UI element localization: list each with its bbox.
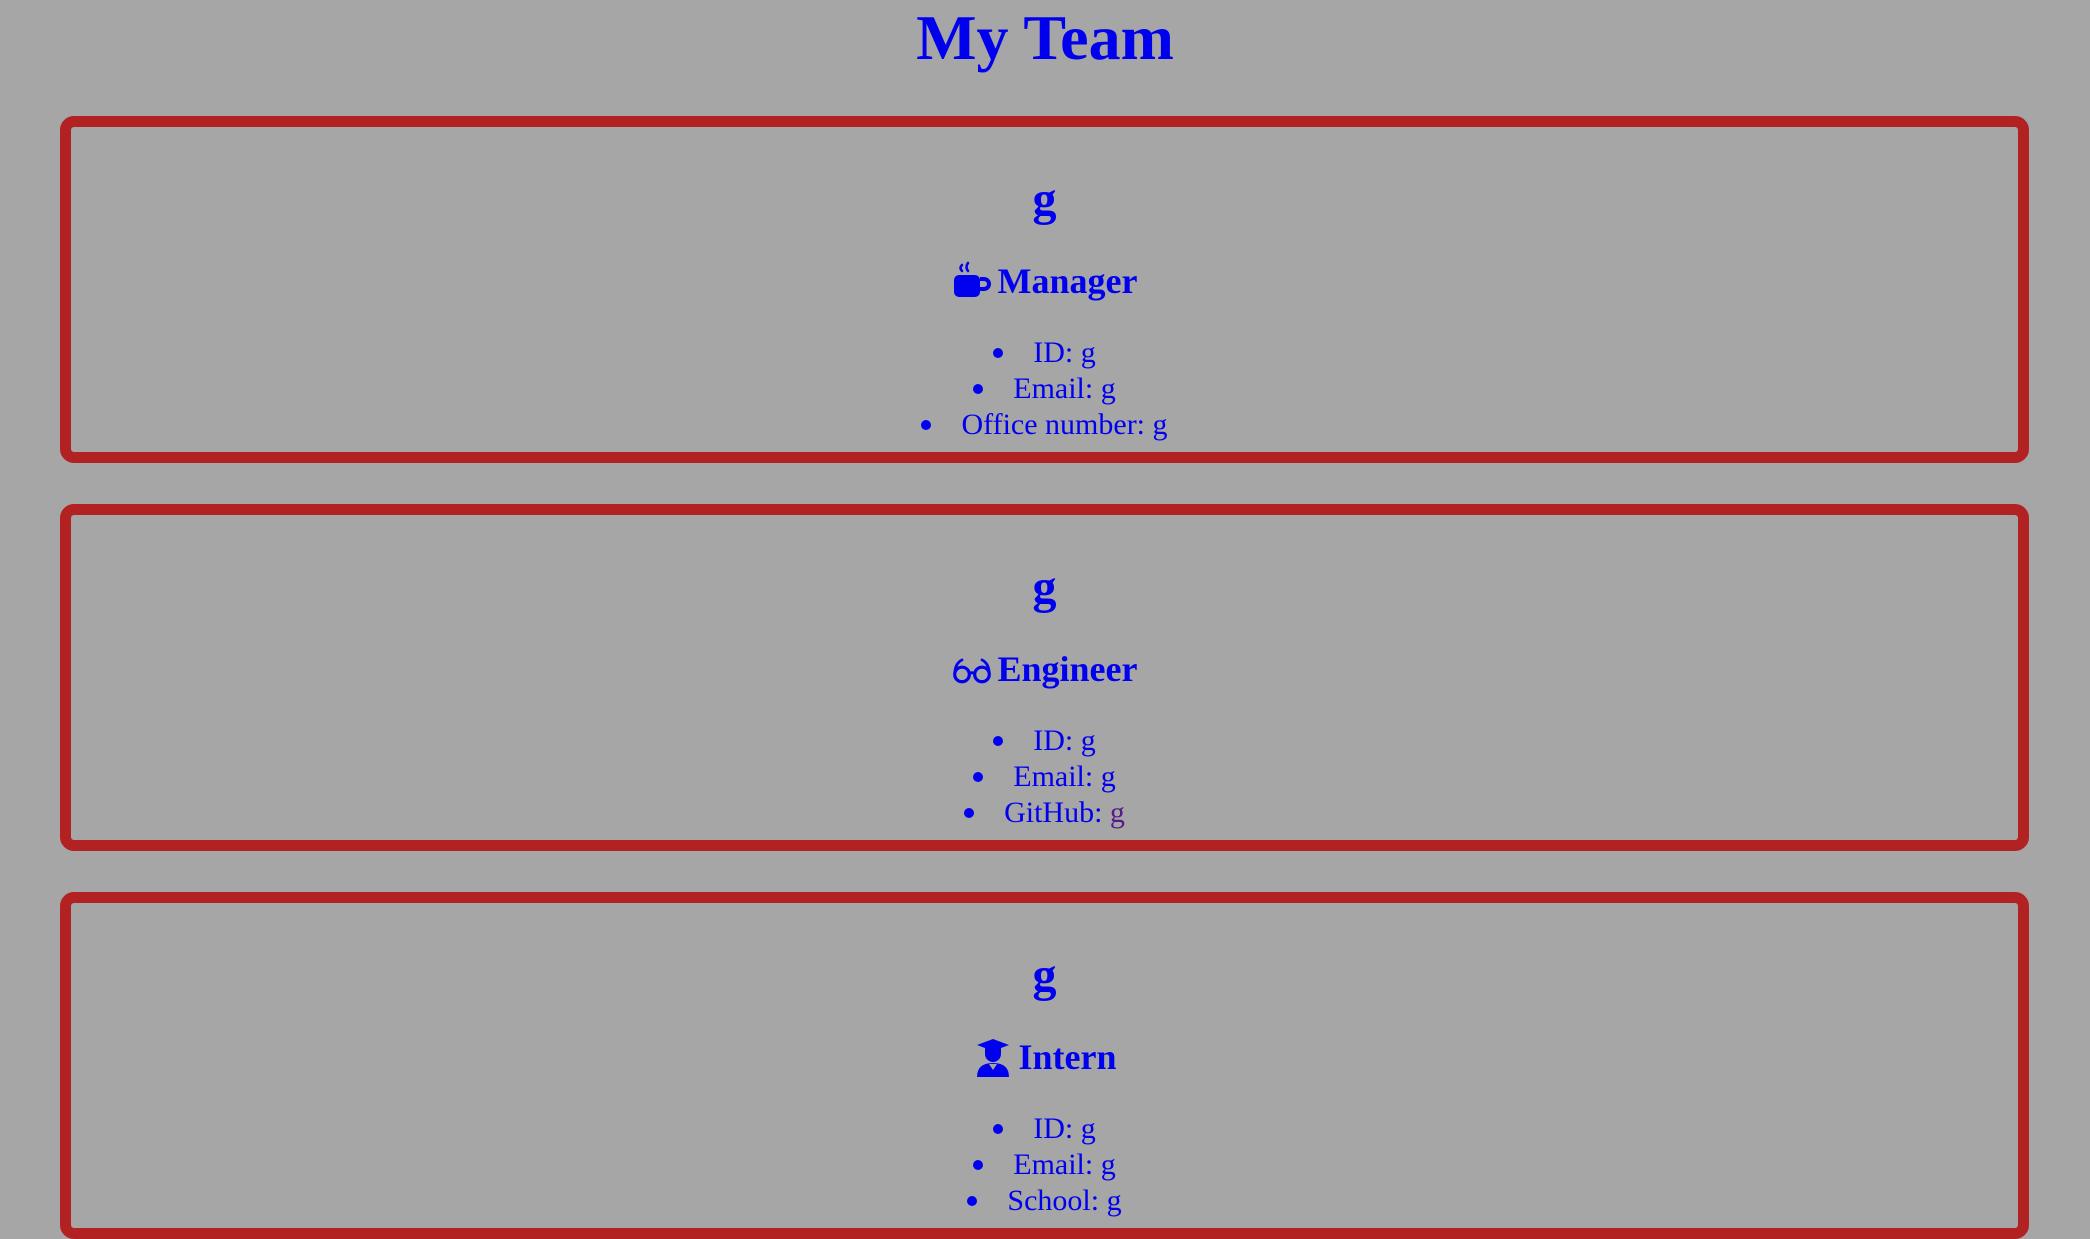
id-label: ID: xyxy=(1033,724,1081,757)
graduate-icon xyxy=(973,1037,1013,1077)
list-item: ID: g xyxy=(71,1111,2018,1147)
id-label: ID: xyxy=(1033,1112,1081,1145)
school-value: g xyxy=(1106,1184,1122,1217)
email-label: Email: xyxy=(1013,760,1101,793)
glasses-icon xyxy=(952,649,992,689)
list-item: Email: g xyxy=(71,371,2018,407)
page-title: My Team xyxy=(916,2,1174,73)
github-label: GitHub: xyxy=(1004,796,1110,829)
school-label: School: xyxy=(1007,1184,1107,1217)
github-link[interactable]: g xyxy=(1110,795,1125,831)
email-label: Email: xyxy=(1013,372,1101,405)
id-value: g xyxy=(1080,1112,1096,1145)
role-label: Engineer xyxy=(997,649,1138,689)
employee-name: g xyxy=(1032,173,1057,226)
details-list: ID: g Email: g GitHub: g xyxy=(71,689,2018,831)
details-list: ID: g Email: g Office number: g xyxy=(71,301,2018,443)
id-value: g xyxy=(1080,336,1096,369)
details-list: ID: g Email: g School: g xyxy=(71,1077,2018,1219)
list-item: ID: g xyxy=(71,335,2018,371)
list-item: ID: g xyxy=(71,723,2018,759)
list-item: Email: g xyxy=(71,1147,2018,1183)
engineer-card: g Engineer ID: g Email: g GitHub: g xyxy=(60,504,2029,851)
email-link[interactable]: g xyxy=(1101,1147,1116,1183)
employee-name: g xyxy=(1032,949,1057,1002)
list-item: Office number: g xyxy=(71,407,2018,443)
list-item: Email: g xyxy=(71,759,2018,795)
email-link[interactable]: g xyxy=(1101,371,1116,407)
coffee-mug-icon xyxy=(952,261,992,301)
list-item: GitHub: g xyxy=(71,795,2018,831)
role-label: Intern xyxy=(1018,1037,1117,1077)
list-item: School: g xyxy=(71,1183,2018,1219)
id-value: g xyxy=(1080,724,1096,757)
intern-card: g Intern ID: g Email: g School: g xyxy=(60,892,2029,1239)
role-label: Manager xyxy=(997,261,1138,301)
office-number-label: Office number: xyxy=(961,408,1153,441)
employee-role: Intern xyxy=(71,1001,2018,1077)
employee-role: Engineer xyxy=(71,613,2018,689)
manager-card: g Manager ID: g Email: g Office number: … xyxy=(60,116,2029,463)
id-label: ID: xyxy=(1033,336,1081,369)
email-link[interactable]: g xyxy=(1101,759,1116,795)
employee-name: g xyxy=(1032,561,1057,614)
office-number-value: g xyxy=(1152,408,1168,441)
employee-role: Manager xyxy=(71,225,2018,301)
email-label: Email: xyxy=(1013,1148,1101,1181)
